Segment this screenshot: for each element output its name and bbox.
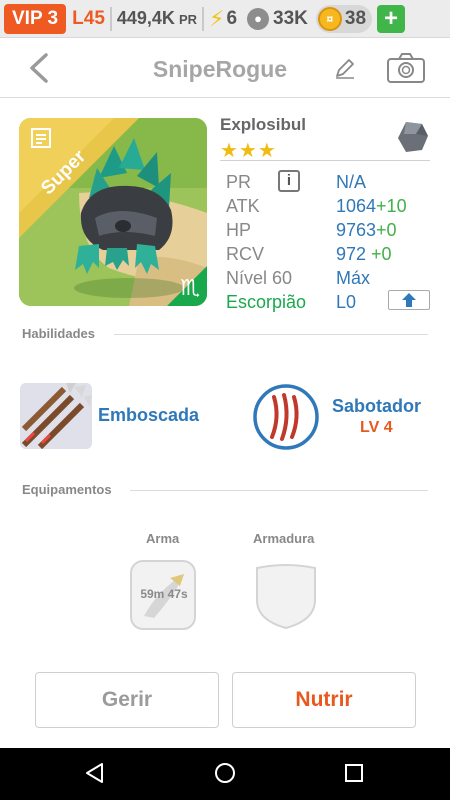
stat-value: 972	[336, 244, 367, 264]
page-title: SnipeRogue	[152, 56, 288, 82]
skills-section-title: Habilidades	[22, 326, 95, 341]
stat-label-atk: ATK	[226, 196, 260, 216]
skill-saboteur-name[interactable]: Sabotador	[332, 396, 421, 417]
armor-slot[interactable]	[253, 560, 319, 630]
stat-value-rcv: 972 +0	[336, 242, 392, 266]
feed-button[interactable]: Nutrir	[232, 672, 416, 728]
energy-counter[interactable]: ⚡ 6	[209, 6, 237, 32]
nav-back-icon[interactable]	[84, 762, 106, 784]
stat-label-pr: PR	[226, 172, 252, 192]
food-counter[interactable]: ● 33K	[247, 7, 308, 30]
stat-bonus: +0	[376, 220, 397, 240]
camera-icon[interactable]	[386, 52, 426, 84]
stat-value: 9763	[336, 220, 377, 240]
pencil-icon[interactable]	[334, 57, 356, 79]
upgrade-arrow-icon	[402, 293, 416, 307]
system-nav-bar	[0, 748, 450, 800]
armor-label: Armadura	[253, 531, 315, 546]
energy-value: 6	[226, 7, 238, 29]
paw-icon: ●	[247, 7, 270, 30]
section-divider	[130, 490, 428, 491]
stat-bonus: +10	[376, 196, 407, 216]
stat-value-atk: 1064+10	[336, 194, 407, 218]
arrows-icon	[20, 383, 92, 449]
manage-button[interactable]: Gerir	[35, 672, 219, 728]
stat-value: 1064	[336, 196, 377, 216]
stat-bonus: +0	[366, 244, 392, 264]
player-level: L45	[72, 7, 105, 29]
stat-value: Máx	[336, 268, 371, 288]
gem-icon[interactable]	[396, 120, 430, 154]
top-header: SnipeRogue	[0, 38, 450, 98]
coin-icon: ¤	[317, 6, 342, 31]
creature-portrait[interactable]: Super ♏	[19, 118, 207, 306]
power-value: 449,4K	[116, 8, 175, 28]
stat-value: L0	[336, 292, 357, 312]
stat-label-rcv: RCV	[226, 244, 265, 264]
weapon-timer: 59m 47s	[140, 587, 188, 601]
nav-recent-apps-icon[interactable]	[345, 764, 363, 782]
skill-ambush-name[interactable]: Emboscada	[98, 405, 199, 426]
gold-counter[interactable]: ¤ 38	[315, 4, 373, 33]
creature-name: Explosibul	[220, 115, 306, 134]
separator	[202, 6, 204, 31]
info-icon[interactable]: i	[278, 170, 300, 192]
nav-home-icon[interactable]	[214, 762, 236, 784]
claw-marks-icon[interactable]	[252, 383, 320, 451]
skill-ambush-icon[interactable]	[20, 383, 92, 449]
stat-value-zodiac: L0	[336, 290, 356, 314]
skill-saboteur-level: LV 4	[360, 419, 393, 436]
section-divider	[114, 334, 428, 335]
stat-label-zodiac: Escorpião	[226, 292, 307, 312]
stat-value-pr: N/A	[336, 170, 366, 194]
weapon-label: Arma	[146, 531, 180, 546]
add-currency-button[interactable]: +	[377, 4, 406, 33]
power-unit: PR	[178, 12, 197, 27]
separator	[109, 6, 112, 31]
resource-bar: VIP 3 L45 449,4K PR ⚡ 6 ● 33K ¤ 38 +	[0, 0, 450, 38]
stat-value-level: Máx	[336, 266, 370, 290]
bolt-icon: ⚡	[209, 5, 225, 31]
vip-badge[interactable]: VIP 3	[4, 3, 67, 34]
food-value: 33K	[273, 7, 308, 29]
stat-value-hp: 9763+0	[336, 218, 397, 242]
scorpio-icon: ♏	[180, 275, 200, 300]
equipment-section-title: Equipamentos	[22, 482, 112, 497]
gold-value: 38	[344, 7, 367, 29]
card-icon	[31, 128, 51, 148]
stats-divider	[220, 160, 430, 161]
stat-label-hp: HP	[226, 220, 252, 240]
zodiac-upgrade-button[interactable]	[388, 290, 430, 310]
stat-label-level: Nível 60	[226, 268, 293, 288]
stat-value: N/A	[336, 172, 367, 192]
player-power: 449,4K PR	[117, 8, 197, 29]
